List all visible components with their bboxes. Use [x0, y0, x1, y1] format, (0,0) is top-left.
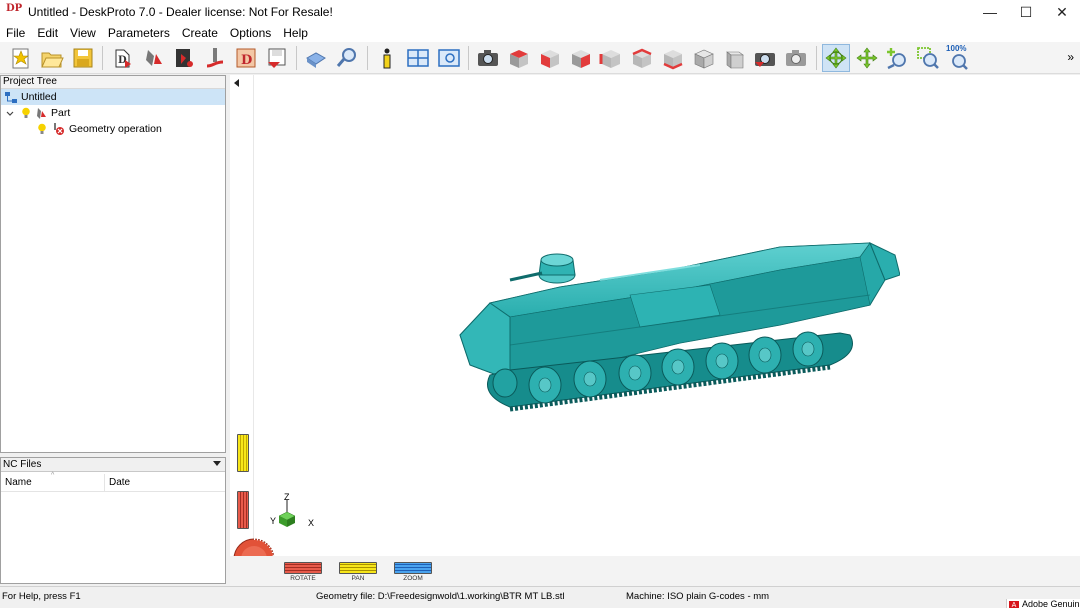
camera-icon[interactable] [474, 44, 502, 72]
rotate-thumbwheel[interactable] [284, 562, 322, 574]
tree-item-label: Part [51, 107, 71, 119]
tree-item-part[interactable]: Part [1, 105, 225, 121]
toolbar-separator [102, 45, 104, 70]
menu-bar: File Edit View Parameters Create Options… [0, 24, 1080, 42]
status-help: For Help, press F1 [2, 591, 81, 602]
tank-3d-model [459, 241, 900, 412]
lightbulb-icon[interactable] [37, 123, 47, 135]
zoom-window-icon[interactable] [914, 44, 942, 72]
menu-edit[interactable]: Edit [31, 24, 64, 42]
tree-item-label: Geometry operation [69, 123, 162, 135]
machine-icon[interactable] [302, 44, 330, 72]
view-right-icon[interactable] [567, 44, 595, 72]
save-nc-icon[interactable] [263, 44, 291, 72]
toolbar-separator [296, 45, 298, 70]
geometry-operation-icon [51, 122, 65, 136]
title-bar: DP Untitled - DeskProto 7.0 - Dealer lic… [0, 0, 1080, 24]
rotate-vertical-thumbwheel[interactable] [237, 491, 249, 529]
minimize-button[interactable]: — [972, 0, 1008, 24]
render-icon[interactable] [751, 44, 779, 72]
menu-options[interactable]: Options [224, 24, 277, 42]
view-iso-icon[interactable] [690, 44, 718, 72]
status-geometry-file: Geometry file: D:\Freedesignwold\1.worki… [316, 591, 565, 602]
toolbar-overflow-button[interactable]: » [1067, 50, 1074, 64]
zoom-100-label: 100% [946, 43, 967, 53]
collapse-panel-arrow-icon[interactable] [234, 79, 239, 87]
inspect-icon[interactable] [333, 44, 361, 72]
sort-indicator-icon: ^ [51, 472, 55, 479]
status-bar: For Help, press F1 Geometry file: D:\Fre… [0, 586, 1080, 608]
app-icon-text: DP [6, 3, 23, 14]
menu-parameters[interactable]: Parameters [102, 24, 176, 42]
status-machine: Machine: ISO plain G-codes - mm [626, 591, 770, 602]
nc-files-header: NC Files [3, 459, 42, 470]
nc-files-columns: Name ^ Date [1, 472, 225, 492]
part-wizard-icon[interactable]: D [109, 44, 137, 72]
axis-indicator: Z Y X [270, 490, 320, 540]
info-icon[interactable] [373, 44, 401, 72]
axis-label-z: Z [284, 492, 290, 502]
import-geometry-icon[interactable] [140, 44, 168, 72]
menu-view[interactable]: View [64, 24, 102, 42]
pan-icon[interactable] [853, 44, 881, 72]
nc-files-dropdown[interactable]: NC Files [1, 458, 225, 472]
axis-label-x: X [308, 518, 315, 528]
view-back-icon[interactable] [628, 44, 656, 72]
cutter-wizard-icon[interactable] [170, 44, 198, 72]
viewport-side-bar [230, 75, 254, 585]
lightbulb-icon[interactable] [21, 107, 31, 119]
rotate-icon[interactable] [821, 43, 850, 72]
zoom-label: ZOOM [403, 575, 423, 582]
view-front-icon[interactable] [536, 44, 564, 72]
toolbar-separator [467, 45, 469, 70]
zoom-in-icon[interactable] [883, 44, 911, 72]
column-label: Date [109, 477, 131, 488]
pan-thumbwheel[interactable] [339, 562, 377, 574]
main-toolbar: D D 100% [0, 42, 1080, 74]
menu-help[interactable]: Help [277, 24, 314, 42]
menu-create[interactable]: Create [176, 24, 224, 42]
svg-text:D: D [241, 53, 252, 68]
toolbar-separator [366, 45, 368, 70]
tool-path-icon[interactable] [201, 44, 229, 72]
view-left-icon[interactable] [597, 44, 625, 72]
axis-label-y: Y [270, 516, 277, 526]
zoom-thumbwheel[interactable] [394, 562, 432, 574]
window-title: Untitled - DeskProto 7.0 - Dealer licens… [28, 5, 333, 19]
tree-item-untitled[interactable]: Untitled [1, 89, 225, 105]
preview-icon[interactable] [435, 44, 463, 72]
dropdown-arrow-icon[interactable] [213, 461, 221, 466]
pan-label: PAN [351, 575, 365, 582]
tilt-thumbwheel[interactable] [237, 434, 249, 472]
column-header-name[interactable]: Name ^ [1, 472, 105, 491]
rotate-label: ROTATE [290, 575, 316, 582]
3d-viewport[interactable]: Z Y X ROTATE PAN ZOOM [230, 75, 1080, 586]
view-top-icon[interactable] [505, 44, 533, 72]
toolbar-separator [815, 45, 817, 70]
viewport-control-bar: ROTATE PAN ZOOM [230, 556, 1080, 586]
view-iso2-icon[interactable] [721, 44, 749, 72]
deskproto-app-icon[interactable]: DP [6, 4, 22, 20]
open-project-icon[interactable] [38, 44, 66, 72]
new-project-icon[interactable] [7, 44, 35, 72]
maximize-button[interactable]: ☐ [1008, 0, 1044, 24]
column-header-date[interactable]: Date [105, 474, 225, 491]
tree-item-geometry-operation[interactable]: Geometry operation [1, 121, 225, 137]
viewports-icon[interactable] [404, 44, 432, 72]
save-project-icon[interactable] [69, 44, 97, 72]
nc-files-panel: NC Files Name ^ Date [0, 457, 226, 584]
column-label: Name [5, 477, 32, 488]
close-button[interactable]: ✕ [1044, 0, 1080, 24]
menu-file[interactable]: File [0, 24, 31, 42]
tree-item-label: Untitled [21, 91, 57, 103]
zoom-100-icon[interactable]: 100% [945, 44, 973, 72]
view-bottom-icon[interactable] [659, 44, 687, 72]
part-icon [35, 107, 47, 120]
project-tree-header: Project Tree [1, 76, 225, 89]
project-icon [5, 91, 17, 103]
render-toolpath-icon[interactable] [782, 44, 810, 72]
design-icon[interactable]: D [232, 44, 260, 72]
chevron-down-icon[interactable] [6, 109, 14, 117]
project-tree-panel: Project Tree Untitled Part Geometry oper… [0, 75, 226, 453]
